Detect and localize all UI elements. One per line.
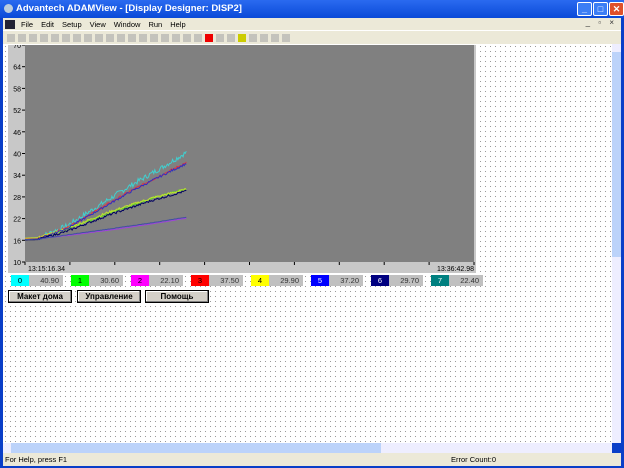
channel-number: 6 — [371, 275, 389, 286]
channel-value: 40.90 — [29, 275, 63, 286]
toolbar-button-icon[interactable] — [18, 33, 26, 42]
y-tick-label: 64 — [13, 65, 21, 72]
toolbar-button-icon[interactable] — [227, 33, 235, 42]
channel-legend: 0 40.90 1 30.60 2 22.10 3 37.50 4 29.90 5 37.20 6 29.… — [11, 275, 483, 286]
channel-number: 1 — [71, 275, 89, 286]
menu-file[interactable]: File — [17, 20, 37, 29]
legend-item: 2 22.10 — [131, 275, 183, 286]
menu-edit[interactable]: Edit — [37, 20, 58, 29]
toolbar-button-icon[interactable] — [150, 33, 158, 42]
toolbar-button-icon[interactable] — [84, 33, 92, 42]
menu-bar: File Edit Setup View Window Run Help _ ▫… — [3, 18, 621, 30]
toolbar-button-icon[interactable] — [205, 33, 213, 42]
toolbar-button-icon[interactable] — [282, 33, 290, 42]
toolbar-button-icon[interactable] — [62, 33, 70, 42]
toolbar-button-icon[interactable] — [128, 33, 136, 42]
legend-item: 1 30.60 — [71, 275, 123, 286]
toolbar-button-icon[interactable] — [271, 33, 279, 42]
toolbar-button-icon[interactable] — [95, 33, 103, 42]
channel-value: 29.70 — [389, 275, 423, 286]
channel-value: 22.40 — [449, 275, 483, 286]
channel-value: 37.20 — [329, 275, 363, 286]
y-tick-label: 10 — [13, 260, 21, 267]
menu-view[interactable]: View — [86, 20, 110, 29]
toolbar-button-icon[interactable] — [40, 33, 48, 42]
toolbar-button-icon[interactable] — [249, 33, 257, 42]
y-tick-label: 46 — [13, 130, 21, 137]
y-tick-label: 70 — [13, 45, 21, 50]
help-button[interactable]: Помощь — [145, 290, 209, 303]
horizontal-scroll-thumb[interactable] — [11, 443, 381, 453]
channel-value: 22.10 — [149, 275, 183, 286]
legend-item: 7 22.40 — [431, 275, 483, 286]
x-end-label: 13:36:42.98 — [437, 266, 474, 273]
mdi-controls[interactable]: _ ▫ × — [586, 18, 617, 27]
document-icon[interactable] — [5, 19, 15, 29]
toolbar-button-icon[interactable] — [260, 33, 268, 42]
legend-item: 3 37.50 — [191, 275, 243, 286]
trend-chart: 70 64 58 52 46 40 34 28 22 16 10 13:15:16.34 13:36:4… — [8, 43, 476, 273]
toolbar-button-icon[interactable] — [194, 33, 202, 42]
toolbar-button-icon[interactable] — [183, 33, 191, 42]
control-button[interactable]: Управление — [77, 290, 141, 303]
menu-help[interactable]: Help — [166, 20, 189, 29]
toolbar-button-icon[interactable] — [117, 33, 125, 42]
toolbar — [3, 30, 621, 44]
vertical-scrollbar[interactable] — [612, 44, 621, 443]
legend-item: 5 37.20 — [311, 275, 363, 286]
legend-item: 0 40.90 — [11, 275, 63, 286]
legend-item: 4 29.90 — [251, 275, 303, 286]
error-count: Error Count:0 — [451, 455, 497, 464]
legend-item: 6 29.70 — [371, 275, 423, 286]
channel-value: 30.60 — [89, 275, 123, 286]
close-button[interactable]: ✕ — [609, 2, 624, 16]
app-icon — [4, 4, 13, 13]
toolbar-button-icon[interactable] — [172, 33, 180, 42]
vertical-scroll-thumb[interactable] — [612, 52, 621, 257]
toolbar-button-icon[interactable] — [7, 33, 15, 42]
channel-number: 0 — [11, 275, 29, 286]
maximize-button[interactable]: □ — [593, 2, 608, 16]
y-tick-label: 22 — [13, 217, 21, 224]
horizontal-scrollbar[interactable] — [3, 443, 612, 453]
toolbar-button-icon[interactable] — [161, 33, 169, 42]
y-tick-label: 34 — [13, 173, 21, 180]
menu-run[interactable]: Run — [144, 20, 166, 29]
channel-number: 7 — [431, 275, 449, 286]
window-title: Advantech ADAMView - [Display Designer: … — [16, 3, 242, 14]
y-tick-label: 40 — [13, 152, 21, 159]
toolbar-button-icon[interactable] — [73, 33, 81, 42]
x-start-label: 13:15:16.34 — [28, 266, 65, 273]
channel-number: 4 — [251, 275, 269, 286]
channel-value: 37.50 — [209, 275, 243, 286]
minimize-button[interactable]: _ — [577, 2, 592, 16]
menu-window[interactable]: Window — [110, 20, 145, 29]
channel-value: 29.90 — [269, 275, 303, 286]
trend-chart-svg: 70 64 58 52 46 40 34 28 22 16 10 13:15:16.34 13:36:4… — [13, 43, 475, 273]
toolbar-button-icon[interactable] — [139, 33, 147, 42]
toolbar-button-icon[interactable] — [216, 33, 224, 42]
display-designer-canvas[interactable]: 70 64 58 52 46 40 34 28 22 16 10 13:15:16.34 13:36:4… — [3, 43, 612, 443]
status-help-text: For Help, press F1 — [5, 455, 68, 464]
house-model-button[interactable]: Макет дома — [8, 290, 72, 303]
y-tick-label: 16 — [13, 238, 21, 245]
toolbar-button-icon[interactable] — [238, 33, 246, 42]
status-bar: For Help, press F1 Error Count:0 — [3, 453, 621, 466]
channel-number: 5 — [311, 275, 329, 286]
menu-setup[interactable]: Setup — [58, 20, 86, 29]
y-tick-label: 58 — [13, 86, 21, 93]
y-tick-label: 28 — [13, 195, 21, 202]
channel-number: 3 — [191, 275, 209, 286]
toolbar-button-icon[interactable] — [106, 33, 114, 42]
toolbar-button-icon[interactable] — [51, 33, 59, 42]
y-tick-label: 52 — [13, 108, 21, 115]
plot-area — [25, 45, 474, 262]
channel-number: 2 — [131, 275, 149, 286]
title-bar: Advantech ADAMView - [Display Designer: … — [0, 0, 624, 18]
toolbar-button-icon[interactable] — [29, 33, 37, 42]
